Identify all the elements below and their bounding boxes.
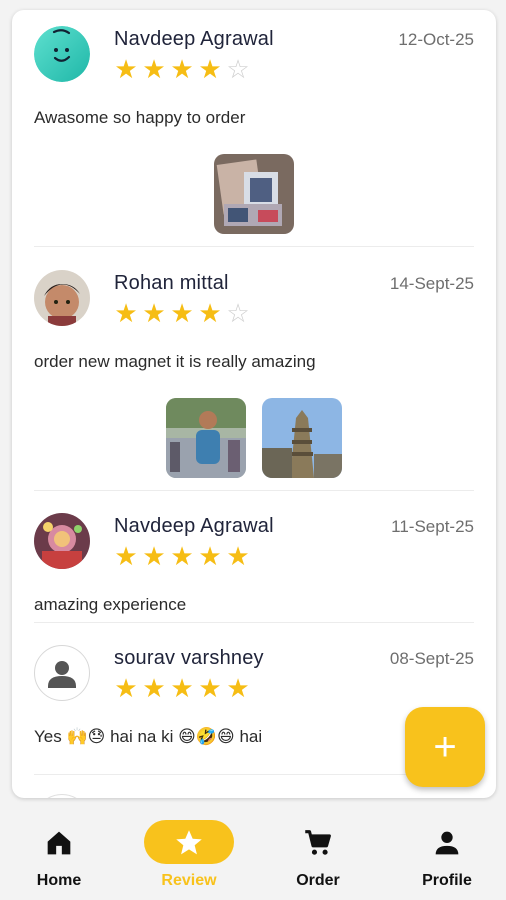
star-icon: ★ <box>198 298 222 328</box>
star-icon: ★ <box>170 298 194 328</box>
nav-label-home: Home <box>36 872 82 889</box>
review-text: Awasome so happy to order <box>34 108 246 127</box>
nav-label-review: Review <box>161 872 217 889</box>
review-photo[interactable] <box>214 154 294 234</box>
star-icon: ★ <box>170 673 194 703</box>
star-icon: ★ <box>142 541 166 571</box>
star-rating: ★ ★ ★ ★ ☆ <box>114 56 250 82</box>
nav-item-home[interactable]: Home <box>11 820 107 896</box>
star-icon: ★ <box>170 54 194 84</box>
reviewer-name: sourav varshney <box>114 647 264 669</box>
nav-label-profile: Profile <box>422 872 472 889</box>
avatar <box>34 513 90 569</box>
review-date: 08-Sept-25 <box>389 649 474 668</box>
cart-icon <box>305 830 331 855</box>
nav-item-profile[interactable]: Profile <box>399 820 495 896</box>
star-icon: ★ <box>142 673 166 703</box>
review-date: 14-Sept-25 <box>389 274 474 293</box>
bottom-navigation: Home Review Order Profile <box>0 806 506 900</box>
review-text: order new magnet it is really amazing <box>34 352 316 371</box>
star-icon: ★ <box>114 298 138 328</box>
nav-item-order[interactable]: Order <box>270 820 366 896</box>
star-outline-icon: ☆ <box>226 54 250 84</box>
review-item: Rohan mittal 14-Sept-25 ★ ★ ★ ★ ☆ order … <box>34 270 474 490</box>
star-icon: ★ <box>114 54 138 84</box>
review-date: 12-Oct-25 <box>398 30 474 49</box>
review-item: Navdeep Agrawal 11-Sept-25 ★ ★ ★ ★ ★ ama… <box>34 513 474 623</box>
star-icon <box>176 830 202 855</box>
review-photo[interactable] <box>262 398 342 478</box>
avatar <box>34 270 90 326</box>
star-outline-icon: ☆ <box>226 298 250 328</box>
star-icon: ★ <box>226 541 250 571</box>
star-rating: ★ ★ ★ ★ ★ <box>114 543 250 569</box>
person-icon <box>435 831 459 855</box>
review-item: Navdeep Agrawal 12-Oct-25 ★ ★ ★ ★ ☆ Awas… <box>34 26 474 246</box>
home-icon <box>47 831 71 855</box>
star-icon: ★ <box>114 541 138 571</box>
divider <box>34 490 474 491</box>
star-icon: ★ <box>114 673 138 703</box>
star-rating: ★ ★ ★ ★ ★ <box>114 675 250 701</box>
plus-icon: + <box>433 725 457 769</box>
nav-item-review[interactable]: Review <box>141 820 237 896</box>
avatar <box>34 26 90 82</box>
avatar <box>34 794 90 798</box>
star-icon: ★ <box>170 541 194 571</box>
review-text: amazing experience <box>34 595 187 614</box>
star-icon: ★ <box>198 673 222 703</box>
star-icon: ★ <box>142 298 166 328</box>
star-icon: ★ <box>142 54 166 84</box>
star-rating: ★ ★ ★ ★ ☆ <box>114 300 250 326</box>
reviewer-name: Rohan mittal <box>114 272 229 294</box>
star-icon: ★ <box>198 541 222 571</box>
reviews-list[interactable]: Navdeep Agrawal 12-Oct-25 ★ ★ ★ ★ ☆ Awas… <box>12 10 496 798</box>
review-photo[interactable] <box>166 398 246 478</box>
reviewer-name: Navdeep Agrawal <box>114 515 274 537</box>
review-date: 11-Sept-25 <box>391 517 474 536</box>
star-icon: ★ <box>198 54 222 84</box>
avatar-placeholder-icon <box>34 645 90 701</box>
nav-label-order: Order <box>296 872 340 889</box>
add-review-button[interactable]: + <box>405 707 485 787</box>
divider <box>34 246 474 247</box>
star-icon: ★ <box>226 673 250 703</box>
divider <box>34 622 474 623</box>
reviewer-name: Navdeep Agrawal <box>114 28 274 50</box>
review-text: Yes 🙌😓 hai na ki 😄🤣😄 hai <box>34 727 263 746</box>
